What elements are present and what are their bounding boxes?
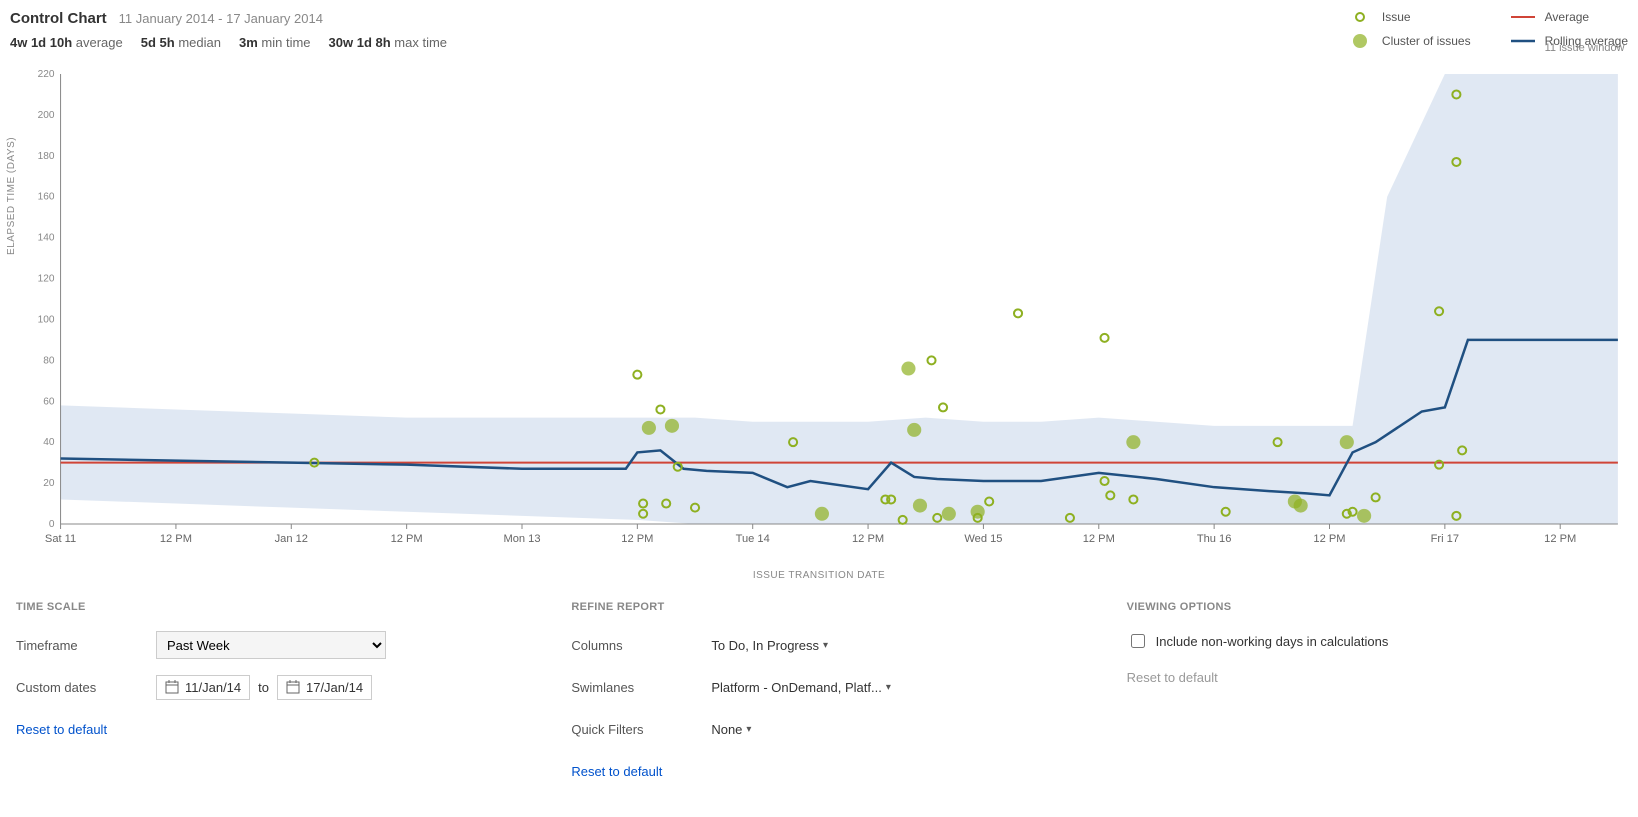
- columns-dropdown[interactable]: To Do, In Progress: [711, 638, 828, 653]
- legend: Issue Cluster of issues Average Rolling …: [1348, 10, 1628, 54]
- stat-max: 30w 1d 8h max time: [329, 35, 448, 50]
- legend-rolling-sub: 11 issue window: [1545, 42, 1628, 54]
- date-range: 11 January 2014 - 17 January 2014: [119, 11, 323, 26]
- timescale-header: TIME SCALE: [16, 601, 511, 613]
- legend-average: Average: [1511, 10, 1628, 24]
- quickfilters-label: Quick Filters: [571, 722, 711, 737]
- timescale-column: TIME SCALE Timeframe Past Week Custom da…: [16, 601, 511, 799]
- legend-issue: Issue: [1348, 10, 1471, 24]
- svg-text:Wed 15: Wed 15: [964, 533, 1002, 545]
- svg-text:12 PM: 12 PM: [1313, 533, 1345, 545]
- svg-text:100: 100: [38, 314, 55, 325]
- svg-text:12 PM: 12 PM: [1544, 533, 1576, 545]
- stats-row: 4w 1d 10h average 5d 5h median 3m min ti…: [10, 35, 447, 50]
- calendar-icon: [165, 680, 179, 694]
- svg-text:Tue 14: Tue 14: [736, 533, 770, 545]
- legend-cluster: Cluster of issues: [1348, 34, 1471, 48]
- date-from-input[interactable]: 11/Jan/14: [156, 675, 250, 700]
- refine-header: REFINE REPORT: [571, 601, 1066, 613]
- reset-refine-link[interactable]: Reset to default: [571, 764, 662, 779]
- date-to-input[interactable]: 17/Jan/14: [277, 675, 372, 700]
- svg-text:Sat 11: Sat 11: [45, 533, 76, 545]
- stat-median: 5d 5h median: [141, 35, 221, 50]
- svg-text:Thu 16: Thu 16: [1197, 533, 1232, 545]
- calendar-icon: [286, 680, 300, 694]
- timeframe-select[interactable]: Past Week: [156, 631, 386, 659]
- custom-dates-label: Custom dates: [16, 680, 156, 695]
- svg-text:Fri 17: Fri 17: [1431, 533, 1459, 545]
- reset-viewing-link: Reset to default: [1127, 670, 1218, 685]
- stat-min: 3m min time: [239, 35, 311, 50]
- svg-text:Mon 13: Mon 13: [503, 533, 540, 545]
- svg-text:12 PM: 12 PM: [391, 533, 423, 545]
- reset-timescale-link[interactable]: Reset to default: [16, 722, 107, 737]
- svg-text:40: 40: [43, 437, 55, 448]
- svg-text:160: 160: [38, 192, 55, 203]
- svg-text:120: 120: [38, 274, 55, 285]
- svg-text:80: 80: [43, 355, 55, 366]
- svg-text:0: 0: [49, 519, 55, 530]
- nonworking-label: Include non-working days in calculations: [1156, 634, 1389, 649]
- viewing-header: VIEWING OPTIONS: [1127, 601, 1622, 613]
- page-title: Control Chart: [10, 10, 107, 27]
- stat-average: 4w 1d 10h average: [10, 35, 123, 50]
- quickfilters-dropdown[interactable]: None: [711, 722, 751, 737]
- svg-text:12 PM: 12 PM: [852, 533, 884, 545]
- svg-text:12 PM: 12 PM: [1083, 533, 1115, 545]
- svg-text:60: 60: [43, 396, 55, 407]
- svg-text:Jan 12: Jan 12: [275, 533, 308, 545]
- x-axis-label: ISSUE TRANSITION DATE: [10, 570, 1628, 581]
- svg-text:140: 140: [38, 233, 55, 244]
- svg-text:12 PM: 12 PM: [621, 533, 653, 545]
- y-axis-label: ELAPSED TIME (DAYS): [6, 137, 17, 255]
- svg-text:180: 180: [38, 151, 55, 162]
- control-chart: ELAPSED TIME (DAYS) 02040608010012014016…: [10, 64, 1628, 564]
- swimlanes-dropdown[interactable]: Platform - OnDemand, Platf...: [711, 680, 891, 695]
- svg-text:220: 220: [38, 69, 55, 80]
- controls-panel: TIME SCALE Timeframe Past Week Custom da…: [10, 601, 1628, 799]
- swimlanes-label: Swimlanes: [571, 680, 711, 695]
- date-to-separator: to: [258, 680, 269, 695]
- svg-text:12 PM: 12 PM: [160, 533, 192, 545]
- timeframe-label: Timeframe: [16, 638, 156, 653]
- header: Control Chart 11 January 2014 - 17 Janua…: [10, 10, 1628, 54]
- svg-text:20: 20: [43, 478, 55, 489]
- svg-text:200: 200: [38, 110, 55, 121]
- nonworking-checkbox[interactable]: [1131, 634, 1145, 648]
- refine-column: REFINE REPORT Columns To Do, In Progress…: [571, 601, 1066, 799]
- columns-label: Columns: [571, 638, 711, 653]
- viewing-column: VIEWING OPTIONS Include non-working days…: [1127, 601, 1622, 799]
